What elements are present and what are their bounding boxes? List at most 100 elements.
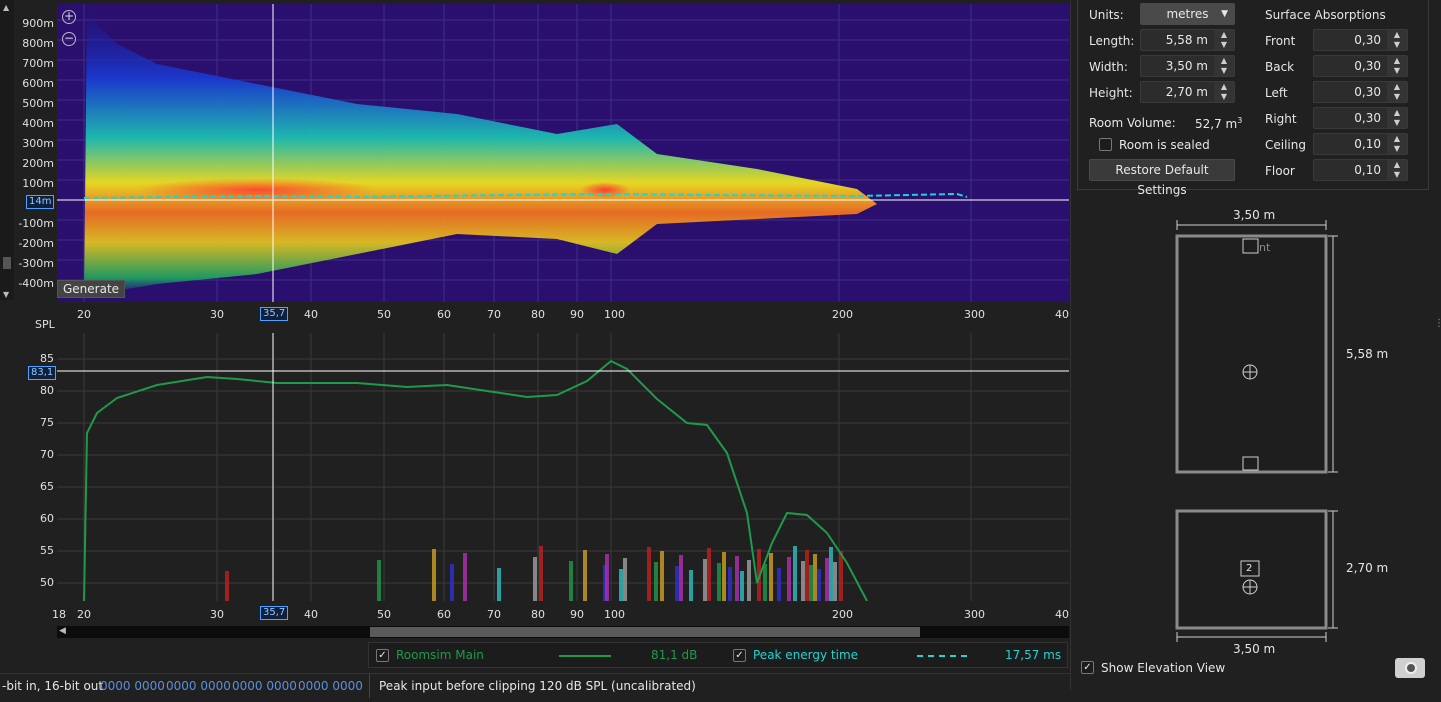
surface-stepper[interactable]: ▲ ▼ — [1387, 82, 1407, 102]
surface-stepper[interactable]: ▲ ▼ — [1387, 56, 1407, 76]
surface-input-ceiling[interactable]: 0,10 ▲ ▼ — [1313, 133, 1408, 155]
modal-bar — [689, 570, 693, 601]
width-stepper[interactable]: ▲ ▼ — [1214, 56, 1234, 76]
waterfall-y-tick: -200m — [18, 237, 54, 250]
surface-input-back[interactable]: 0,30 ▲ ▼ — [1313, 55, 1408, 77]
modal-bar — [679, 555, 683, 601]
surface-label-ceiling: Ceiling — [1265, 138, 1306, 152]
room-settings-group: Units: metres ▼ Length: 5,58 m ▲ ▼ Width: … — [1077, 0, 1429, 197]
waterfall-cursor-y-label: 14m — [26, 195, 55, 209]
width-input[interactable]: 3,50 m ▲ ▼ — [1140, 55, 1235, 77]
surface-stepper[interactable]: ▲ ▼ — [1387, 134, 1407, 154]
spl-y-tick: 55 — [40, 544, 54, 557]
modal-bar — [569, 561, 573, 601]
room-plan-svg — [1175, 220, 1338, 642]
modal-bar — [747, 560, 751, 601]
camera-icon[interactable] — [1395, 658, 1425, 678]
length-stepper[interactable]: ▲ ▼ — [1214, 30, 1234, 50]
modal-bar — [805, 550, 809, 601]
modal-bar — [833, 562, 837, 601]
modal-bar — [735, 556, 739, 601]
scroll-down-arrow-icon[interactable]: ▼ — [3, 290, 9, 299]
legend-peak-checkbox[interactable]: ✓ — [733, 649, 746, 662]
legend-roomsim-value: 81,1 dB — [651, 648, 698, 662]
plan-top-dim: 3,50 m — [1233, 208, 1276, 222]
horizontal-scroll-thumb[interactable] — [370, 627, 920, 637]
spl-y-tick: 65 — [40, 480, 54, 493]
modal-bar — [619, 569, 623, 601]
modal-bar — [707, 548, 711, 601]
zoom-in-icon[interactable]: + — [62, 10, 76, 24]
restore-defaults-button[interactable]: Restore Default Settings — [1089, 159, 1235, 197]
panel-resize-handle[interactable]: ⋮ — [1434, 318, 1441, 329]
plan-side-dim: 5,58 m — [1346, 347, 1389, 361]
surface-input-front[interactable]: 0,30 ▲ ▼ — [1313, 29, 1408, 51]
spl-y-tick: 85 — [40, 352, 54, 365]
spl-cursor-y-label: 83,1 — [28, 366, 57, 380]
zoom-out-icon[interactable]: − — [62, 32, 76, 46]
legend-peak-value: 17,57 ms — [1005, 648, 1062, 662]
spl-y-tick: 70 — [40, 448, 54, 461]
volume-label: Room Volume: — [1089, 116, 1176, 130]
status-meter-2: 0000 0000 — [166, 679, 231, 693]
spl-y-tick: 50 — [40, 576, 54, 589]
modal-bar — [654, 562, 658, 601]
volume-value: 52,7 m3 — [1195, 116, 1243, 131]
show-elevation-checkbox[interactable]: ✓ — [1081, 661, 1094, 674]
surface-input-floor[interactable]: 0,10 ▲ ▼ — [1313, 159, 1408, 181]
height-input[interactable]: 2,70 m ▲ ▼ — [1140, 81, 1235, 103]
status-message: Peak input before clipping 120 dB SPL (u… — [379, 679, 696, 693]
surface-stepper[interactable]: ▲ ▼ — [1387, 108, 1407, 128]
waterfall-y-tick: 200m — [22, 157, 54, 170]
generate-button[interactable]: Generate — [57, 280, 126, 298]
modal-bar — [703, 559, 707, 601]
show-elevation-label: Show Elevation View — [1101, 661, 1226, 675]
modal-bar — [728, 567, 732, 601]
room-sealed-checkbox[interactable] — [1099, 138, 1112, 151]
modal-bar — [450, 564, 454, 601]
surface-stepper[interactable]: ▲ ▼ — [1387, 160, 1407, 180]
waterfall-y-tick: 400m — [22, 117, 54, 130]
modal-bar — [839, 551, 843, 601]
modal-bar — [377, 560, 381, 601]
modal-bar — [829, 547, 833, 601]
spl-x-tick: 70 — [487, 608, 501, 621]
waterfall-y-tick: 100m — [22, 177, 54, 190]
scroll-left-arrow-icon[interactable]: ◀ — [59, 626, 66, 636]
spl-x-tick: 20 — [77, 608, 91, 621]
surface-label-left: Left — [1265, 86, 1288, 100]
waterfall-x-tick: 20 — [77, 308, 91, 321]
modal-bar — [432, 549, 436, 601]
length-input[interactable]: 5,58 m ▲ ▼ — [1140, 29, 1235, 51]
modal-bar — [660, 551, 664, 601]
spl-x-tick: 60 — [437, 608, 451, 621]
modal-bar — [623, 558, 627, 601]
spl-plot[interactable] — [57, 333, 1069, 601]
waterfall-x-tick: 60 — [437, 308, 451, 321]
modal-bar — [717, 563, 721, 601]
spl-x-tick: 40 — [1055, 608, 1069, 621]
room-plan-outline — [1175, 234, 1328, 474]
modal-bar — [675, 566, 679, 601]
surface-label-front: Front — [1265, 34, 1296, 48]
spl-grid — [57, 333, 1069, 601]
status-bar: -bit in, 16-bit out 0000 0000 0000 0000 … — [0, 673, 1070, 698]
legend-peak-name: Peak energy time — [753, 648, 859, 662]
legend-roomsim-swatch — [559, 655, 611, 657]
room-panel: Units: metres ▼ Length: 5,58 m ▲ ▼ Width: … — [1070, 0, 1441, 690]
spl-x-tick: 200 — [832, 608, 853, 621]
waterfall-plot[interactable]: + − Generate — [57, 4, 1069, 302]
modal-bar — [605, 554, 609, 601]
spl-y-tick: 75 — [40, 416, 54, 429]
surface-stepper[interactable]: ▲ ▼ — [1387, 30, 1407, 50]
legend-roomsim-name: Roomsim Main — [396, 648, 484, 662]
units-select[interactable]: metres ▼ — [1140, 3, 1235, 25]
modal-bar — [463, 553, 467, 601]
legend-roomsim-checkbox[interactable]: ✓ — [376, 649, 389, 662]
height-stepper[interactable]: ▲ ▼ — [1214, 82, 1234, 102]
surface-input-left[interactable]: 0,30 ▲ ▼ — [1313, 81, 1408, 103]
surface-input-right[interactable]: 0,30 ▲ ▼ — [1313, 107, 1408, 129]
horizontal-scrollbar[interactable]: ◀ — [57, 626, 1069, 638]
scroll-up-arrow-icon[interactable]: ▲ — [3, 3, 9, 12]
waterfall-y-tick: 900m — [22, 17, 54, 30]
